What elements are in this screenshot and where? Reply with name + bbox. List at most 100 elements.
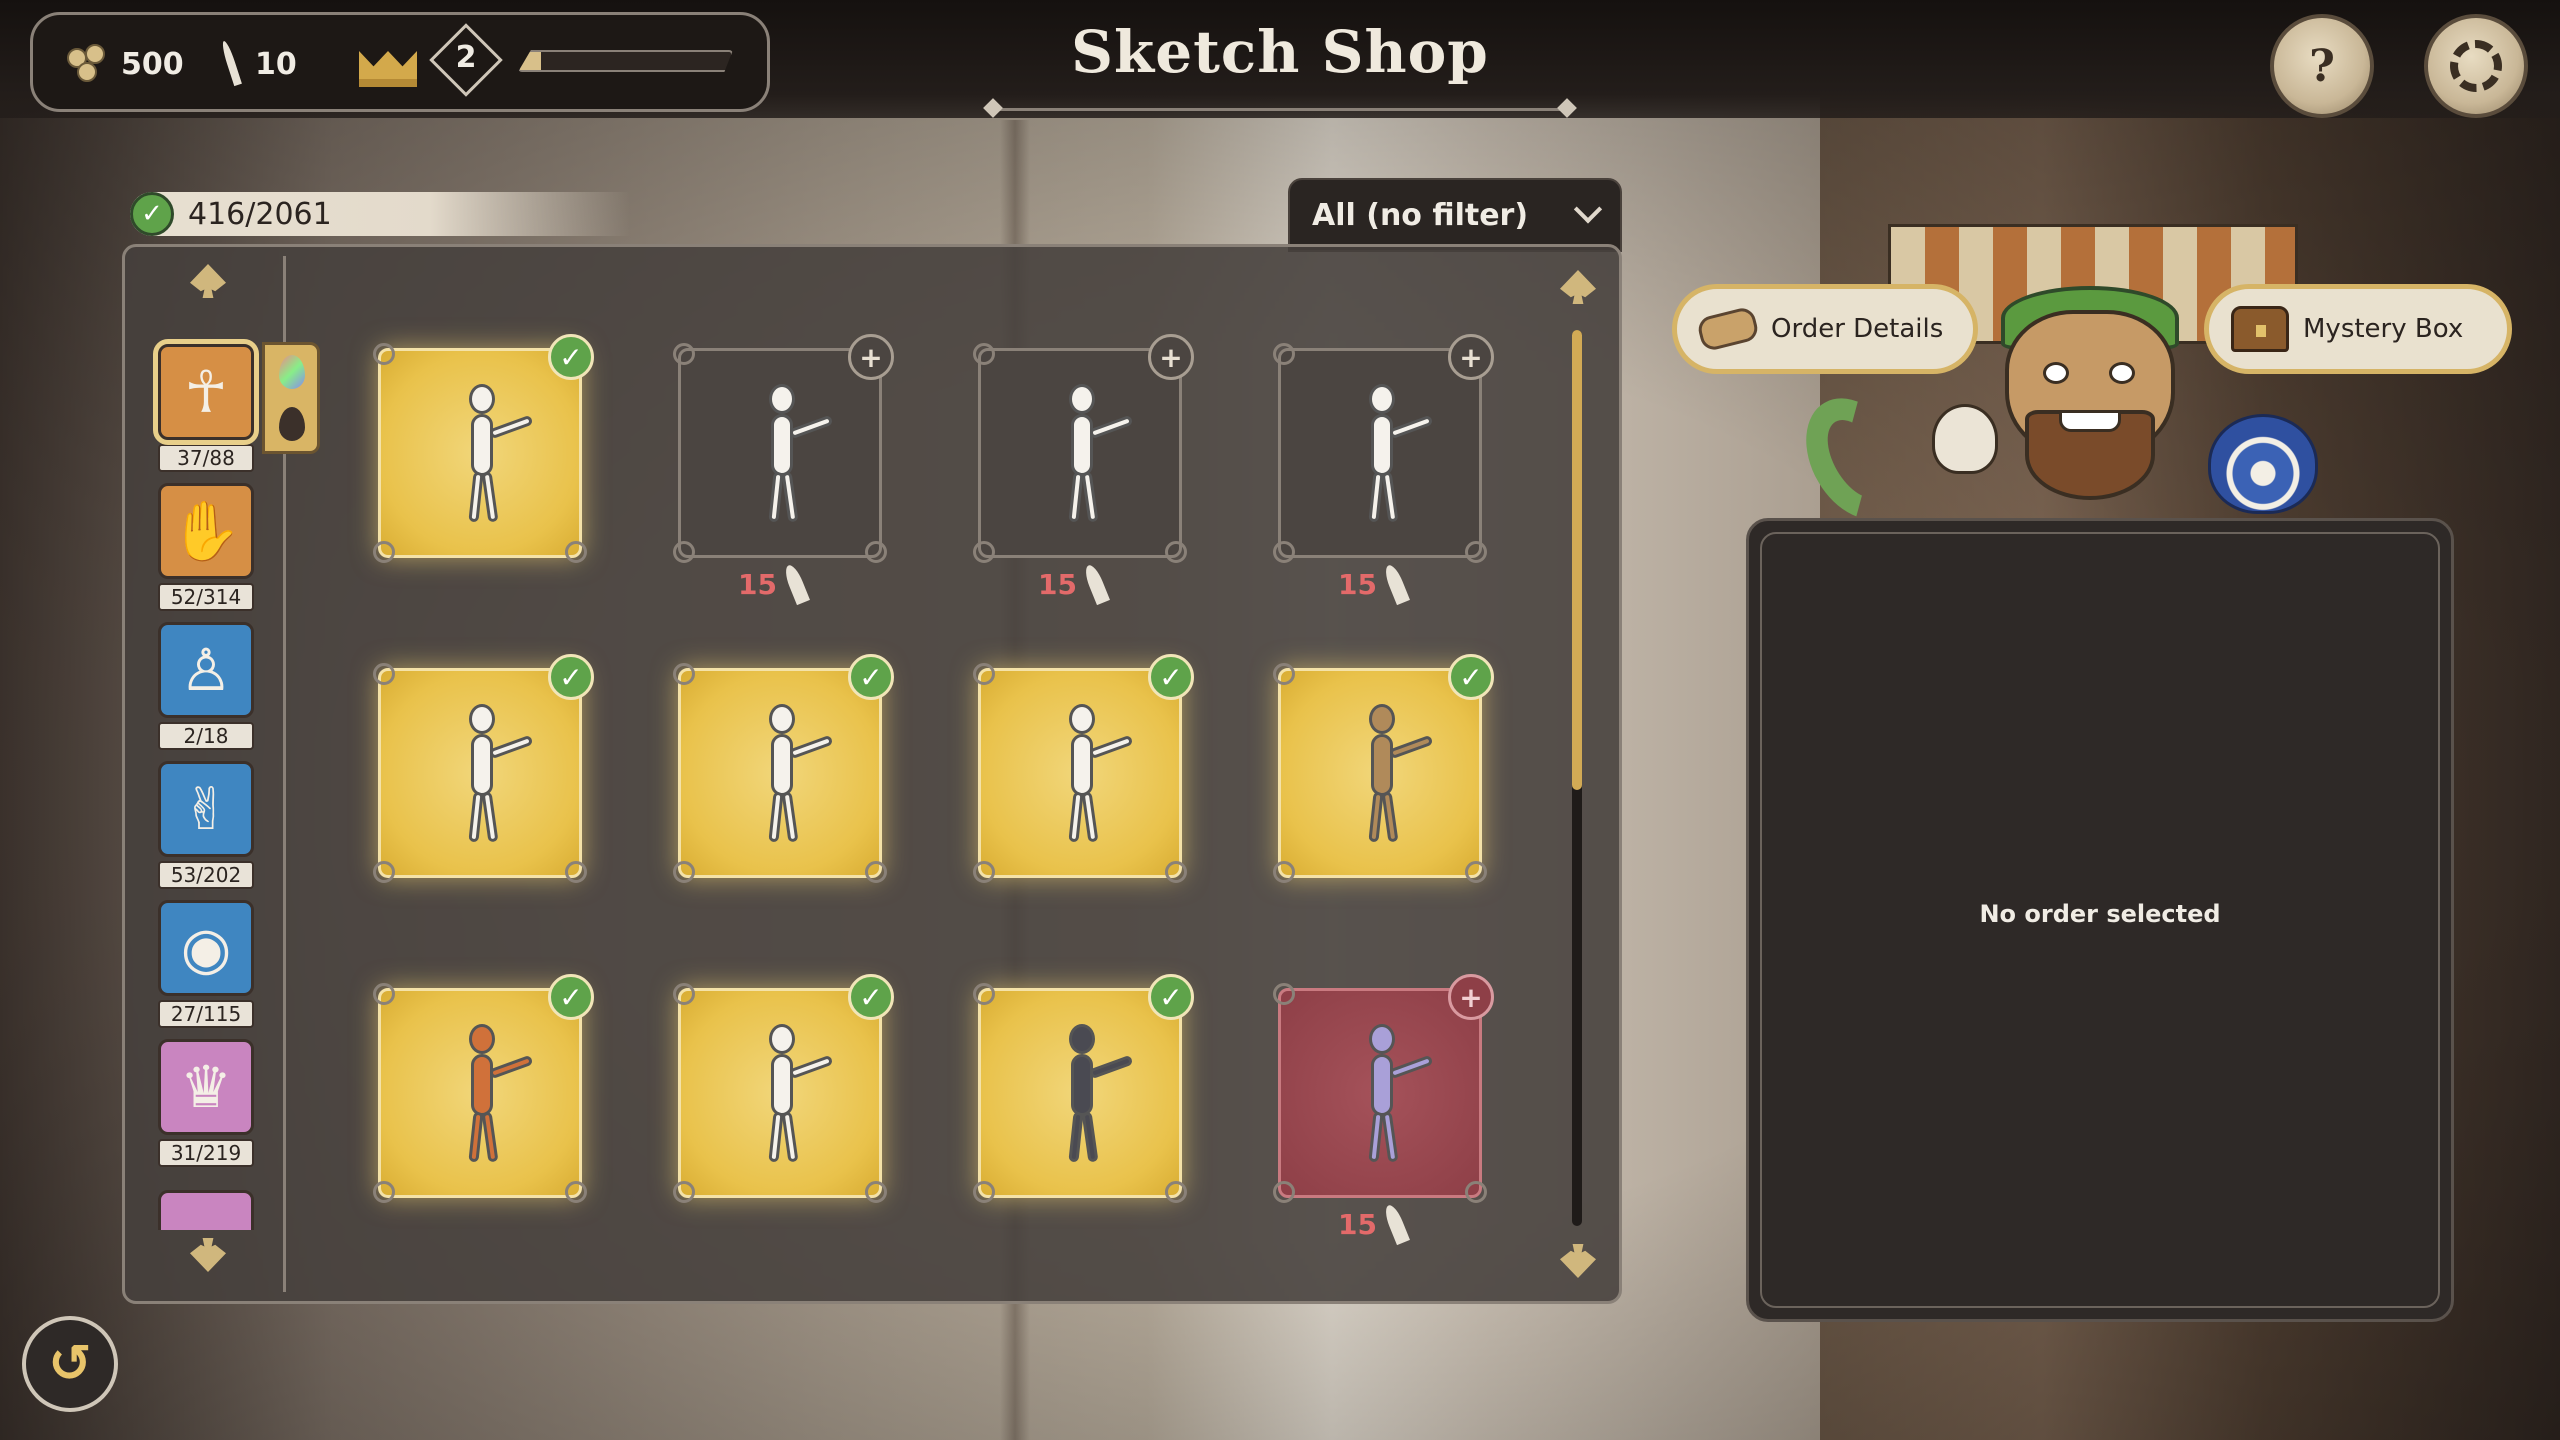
sketch-figure (1035, 378, 1134, 528)
category-tile[interactable]: ✌ (158, 761, 254, 857)
category-tile[interactable]: ♛ (158, 1039, 254, 1135)
back-button[interactable]: ↺ (22, 1316, 118, 1412)
owned-check-icon: ✓ (848, 654, 894, 700)
category-tile[interactable]: ◉ (158, 900, 254, 996)
card-corner-ornament (673, 983, 695, 1005)
sketch-figure (735, 1018, 834, 1168)
sketch-figure (435, 378, 534, 528)
card-corner-ornament (373, 861, 395, 883)
mystery-box-label: Mystery Box (2303, 314, 2464, 344)
category-item[interactable] (158, 1190, 258, 1230)
sketch-card[interactable]: ✓ (1273, 654, 1494, 883)
sketch-price: 15 (1338, 1202, 1448, 1246)
sketch-card[interactable]: ✓ (373, 974, 594, 1203)
card-corner-ornament (373, 663, 395, 685)
level-progress-bar (518, 50, 733, 72)
scrollbar-thumb[interactable] (1572, 330, 1582, 790)
quill-icon (781, 562, 810, 606)
sketch-figure (1035, 1018, 1134, 1168)
sketch-figure (1335, 1018, 1434, 1168)
settings-button[interactable] (2424, 14, 2528, 118)
add-plus-icon[interactable]: + (1448, 974, 1494, 1020)
order-details-label: Order Details (1771, 314, 1944, 344)
sketch-card[interactable]: +15 (1273, 974, 1494, 1246)
category-item[interactable]: ◉ 27/115 (158, 900, 258, 1028)
chevron-down-icon (1573, 195, 1603, 224)
sketch-card[interactable]: +15 (1273, 334, 1494, 606)
merchant-mouth (2059, 410, 2121, 432)
sketch-card[interactable]: +15 (673, 334, 894, 606)
help-button[interactable]: ? (2270, 14, 2374, 118)
merchant-eye-left (2043, 362, 2069, 384)
category-tile[interactable] (158, 1190, 254, 1230)
category-item[interactable]: ☥ 37/88 (153, 339, 259, 472)
scroll-icon (1695, 305, 1761, 353)
gear-icon (2450, 40, 2502, 92)
category-tile[interactable]: ♙ (158, 622, 254, 718)
back-arrow-icon: ↺ (48, 1334, 92, 1394)
card-corner-ornament (673, 1181, 695, 1203)
quill-value: 10 (255, 46, 297, 82)
card-corner-ornament (973, 343, 995, 365)
sketch-card[interactable]: ✓ (973, 654, 1194, 883)
treasure-chest-icon (2231, 306, 2289, 352)
category-count: 53/202 (158, 861, 254, 889)
category-item[interactable]: ♙ 2/18 (158, 622, 258, 750)
add-plus-icon[interactable]: + (1148, 334, 1194, 380)
filter-dropdown[interactable]: All (no filter) (1288, 178, 1622, 252)
level-number: 2 (455, 40, 477, 75)
coin-value: 500 (121, 46, 184, 82)
category-tile[interactable]: ☥ (153, 339, 259, 445)
card-corner-ornament (1273, 343, 1295, 365)
card-corner-ornament (1273, 663, 1295, 685)
owned-check-icon: ✓ (1148, 974, 1194, 1020)
help-scroll-icon: ? (2309, 40, 2335, 92)
category-item[interactable]: ♛ 31/219 (158, 1039, 258, 1167)
card-corner-ornament (1465, 861, 1487, 883)
pose-icon: ☥ (184, 358, 228, 426)
rainbow-drop-icon (279, 355, 305, 389)
order-details-button[interactable]: Order Details (1672, 284, 1978, 374)
category-count: 27/115 (158, 1000, 254, 1028)
category-count: 2/18 (158, 722, 254, 750)
sketch-card-face (373, 343, 587, 563)
quill-icon (1081, 562, 1110, 606)
price-value: 15 (738, 567, 777, 601)
sketch-card[interactable]: ✓ (373, 334, 594, 563)
price-value: 15 (1338, 567, 1377, 601)
sketch-card-face (1273, 663, 1487, 883)
sketch-card[interactable]: ✓ (973, 974, 1194, 1203)
body-icon: ♙ (180, 636, 232, 704)
card-corner-ornament (1273, 1181, 1295, 1203)
merchant-eye-right (2109, 362, 2135, 384)
card-corner-ornament (1273, 541, 1295, 563)
add-plus-icon[interactable]: + (848, 334, 894, 380)
card-corner-ornament (973, 1181, 995, 1203)
sketch-card-face (673, 983, 887, 1203)
card-corner-ornament (373, 343, 395, 365)
card-corner-ornament (673, 861, 695, 883)
coin-icon (67, 44, 111, 84)
price-value: 15 (1338, 1207, 1377, 1241)
card-corner-ornament (1165, 861, 1187, 883)
card-corner-ornament (373, 541, 395, 563)
category-item[interactable]: ✋ 52/314 (158, 483, 258, 611)
sketch-card[interactable]: ✓ (673, 654, 894, 883)
sketch-figure (735, 378, 834, 528)
color-variant-tab[interactable] (262, 342, 320, 454)
owned-check-icon: ✓ (848, 974, 894, 1020)
crown-icon (355, 33, 421, 87)
card-corner-ornament (565, 1181, 587, 1203)
sketch-price: 15 (1338, 562, 1448, 606)
mystery-box-button[interactable]: Mystery Box (2204, 284, 2512, 374)
sketch-card[interactable]: ✓ (373, 654, 594, 883)
sketch-figure (1335, 698, 1434, 848)
add-plus-icon[interactable]: + (1448, 334, 1494, 380)
snail-shell-decoration (2208, 414, 2318, 514)
sketch-card[interactable]: +15 (973, 334, 1194, 606)
category-tile[interactable]: ✋ (158, 483, 254, 579)
sketch-card[interactable]: ✓ (673, 974, 894, 1203)
card-corner-ornament (973, 861, 995, 883)
category-count: 31/219 (158, 1139, 254, 1167)
category-item[interactable]: ✌ 53/202 (158, 761, 258, 889)
